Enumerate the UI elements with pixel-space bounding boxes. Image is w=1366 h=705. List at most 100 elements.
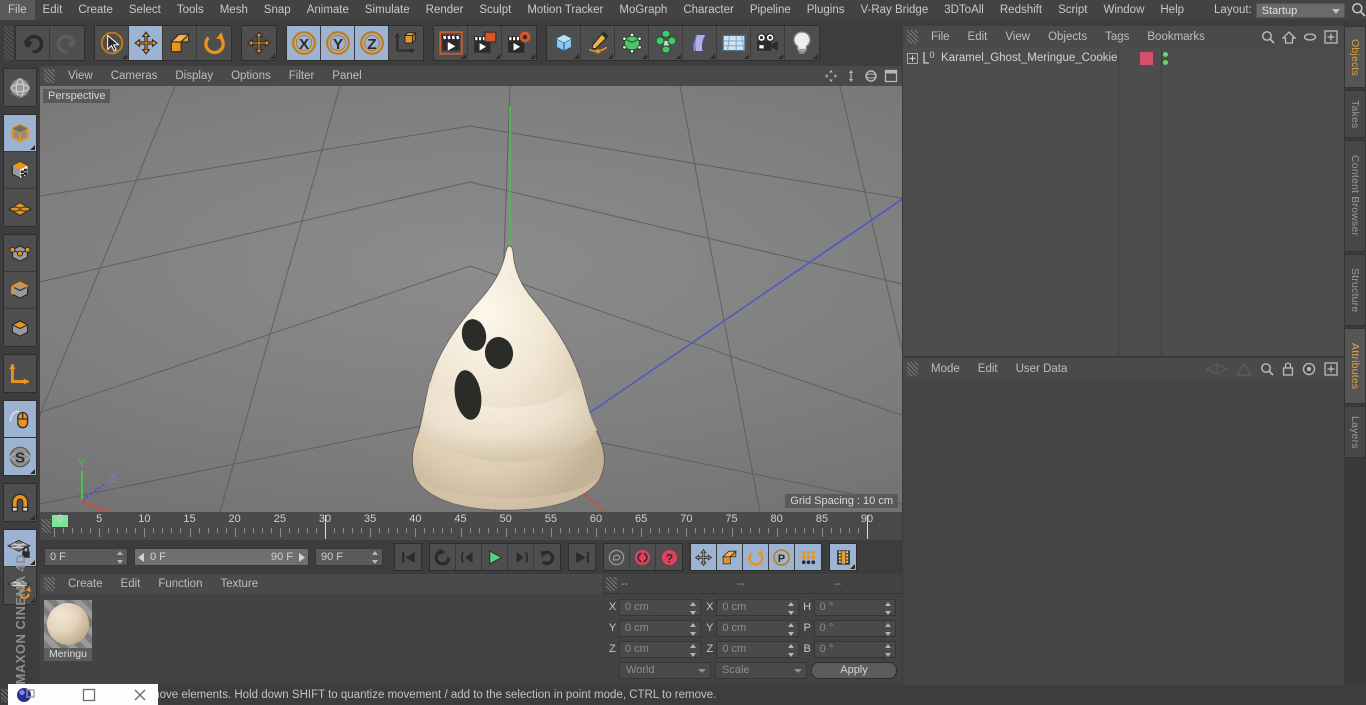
add-spline-button[interactable] (581, 26, 615, 60)
rotate-orbit-icon[interactable] (864, 69, 878, 83)
world-object-coordinate-toggle[interactable] (389, 26, 423, 60)
flyout-corner-icon[interactable] (813, 54, 818, 59)
polygon-object-icon[interactable]: 0 (922, 51, 937, 65)
go-to-end-button[interactable] (569, 544, 595, 570)
attribute-manager-drag-grip[interactable] (907, 362, 918, 376)
add-light-button[interactable] (785, 26, 819, 60)
plus-expand-icon[interactable] (907, 52, 918, 64)
pan-move-icon[interactable] (824, 69, 838, 83)
object-menu-file[interactable]: File (922, 27, 959, 47)
flyout-corner-icon[interactable] (642, 54, 647, 59)
table-row[interactable]: 0 Karamel_Ghost_Meringue_Cookie (903, 48, 1344, 68)
visible-render-dot[interactable] (1163, 59, 1168, 65)
step-back-button[interactable] (456, 544, 482, 570)
plus-box-icon[interactable] (1324, 362, 1338, 376)
position-y-spinner[interactable] (690, 622, 697, 636)
tab-takes[interactable]: Takes (1344, 90, 1366, 138)
menu-motion-tracker[interactable]: Motion Tracker (519, 0, 611, 20)
enable-axis-modification-button[interactable] (4, 355, 36, 392)
flyout-corner-icon[interactable] (574, 54, 579, 59)
tab-content-browser[interactable]: Content Browser (1344, 140, 1366, 252)
material-menu-function[interactable]: Function (149, 574, 211, 594)
target-icon[interactable] (1302, 362, 1316, 376)
home-icon[interactable] (1282, 30, 1296, 44)
lock-icon[interactable] (1282, 362, 1294, 376)
search-icon[interactable] (1260, 362, 1274, 376)
menu-render[interactable]: Render (418, 0, 472, 20)
render-view-button[interactable] (434, 26, 468, 60)
add-generator-button[interactable] (615, 26, 649, 60)
material-menu-texture[interactable]: Texture (211, 574, 267, 594)
position-z-input[interactable]: 0 cm (619, 640, 702, 658)
record-active-objects-button[interactable] (604, 544, 630, 570)
material-tag-swatch[interactable] (1140, 51, 1153, 65)
flyout-corner-icon[interactable] (850, 564, 855, 569)
undo-view-button[interactable] (4, 69, 36, 106)
undo-button[interactable] (16, 26, 50, 60)
menu-plugins[interactable]: Plugins (799, 0, 853, 20)
render-to-picture-viewer-button[interactable] (468, 26, 502, 60)
size-y-input[interactable]: 0 cm (716, 619, 799, 637)
menu-snap[interactable]: Snap (256, 0, 299, 20)
scale-tool[interactable] (163, 26, 197, 60)
menu-script[interactable]: Script (1050, 0, 1095, 20)
add-camera-button[interactable] (751, 26, 785, 60)
menubar-search-icon[interactable] (1351, 2, 1366, 18)
material-menu-edit[interactable]: Edit (112, 574, 150, 594)
menu-animate[interactable]: Animate (299, 0, 357, 20)
position-x-spinner[interactable] (690, 601, 697, 615)
animate-left-icon[interactable] (1206, 363, 1228, 375)
menu-create[interactable]: Create (70, 0, 121, 20)
flyout-corner-icon[interactable] (530, 54, 535, 59)
menu-pipeline[interactable]: Pipeline (742, 0, 799, 20)
viewport-menu-filter[interactable]: Filter (280, 66, 324, 86)
close-button[interactable] (121, 684, 158, 705)
material-menu-create[interactable]: Create (59, 574, 112, 594)
menu-help[interactable]: Help (1152, 0, 1192, 20)
object-menu-bookmarks[interactable]: Bookmarks (1138, 27, 1214, 47)
soft-selection-button[interactable]: S (4, 438, 36, 475)
viewport-menu-cameras[interactable]: Cameras (102, 66, 167, 86)
menu-window[interactable]: Window (1095, 0, 1152, 20)
animate-right-icon[interactable] (1236, 362, 1252, 376)
move-tool[interactable] (129, 26, 163, 60)
material-swatch-area[interactable]: Meringu (40, 594, 602, 685)
step-forward-button[interactable] (508, 544, 534, 570)
menu-select[interactable]: Select (121, 0, 169, 20)
object-menu-tags[interactable]: Tags (1096, 27, 1138, 47)
viewport-menu-view[interactable]: View (59, 66, 102, 86)
viewport-solo-button[interactable] (4, 189, 36, 226)
timeline-view-button[interactable] (830, 544, 856, 570)
loop-playback-button[interactable] (534, 544, 560, 570)
ellipse-icon[interactable] (1303, 30, 1317, 44)
position-key-button[interactable] (691, 544, 717, 570)
timeline-ruler[interactable]: 051015202530354045505560657075808590 (40, 512, 902, 540)
flyout-corner-icon[interactable] (122, 54, 127, 59)
end-frame-spinner[interactable] (372, 551, 379, 564)
size-z-spinner[interactable] (787, 643, 795, 657)
add-mograph-button[interactable] (649, 26, 683, 60)
perspective-viewport[interactable]: Perspective Grid Spacing : 10 cm Y Z X (40, 86, 902, 512)
flyout-corner-icon[interactable] (778, 54, 783, 59)
polygons-mode-button[interactable] (4, 309, 36, 346)
plus-box-icon[interactable] (1324, 30, 1338, 44)
tab-layers[interactable]: Layers (1344, 406, 1366, 458)
menu-3dtoall[interactable]: 3DToAll (936, 0, 992, 20)
range-left-arrow-icon[interactable] (138, 552, 146, 562)
current-frame-field[interactable]: 0 F (44, 548, 128, 566)
scale-key-button[interactable] (717, 544, 743, 570)
rotation-h-spinner[interactable] (884, 601, 892, 615)
move-secondary-tool[interactable] (242, 26, 276, 60)
point-level-animation-button[interactable] (795, 544, 821, 570)
edges-mode-button[interactable] (4, 272, 36, 309)
flyout-corner-icon[interactable] (30, 515, 35, 520)
visibility-dots[interactable] (1163, 51, 1168, 65)
position-z-spinner[interactable] (690, 643, 697, 657)
object-menu-objects[interactable]: Objects (1039, 27, 1096, 47)
menu-mesh[interactable]: Mesh (212, 0, 256, 20)
menu-v-ray-bridge[interactable]: V-Ray Bridge (852, 0, 936, 20)
lock-z-axis[interactable]: Z (355, 26, 389, 60)
preview-range-slider[interactable]: 0 F 90 F (134, 548, 309, 566)
lock-y-axis[interactable]: Y (321, 26, 355, 60)
rotation-key-button[interactable] (743, 544, 769, 570)
